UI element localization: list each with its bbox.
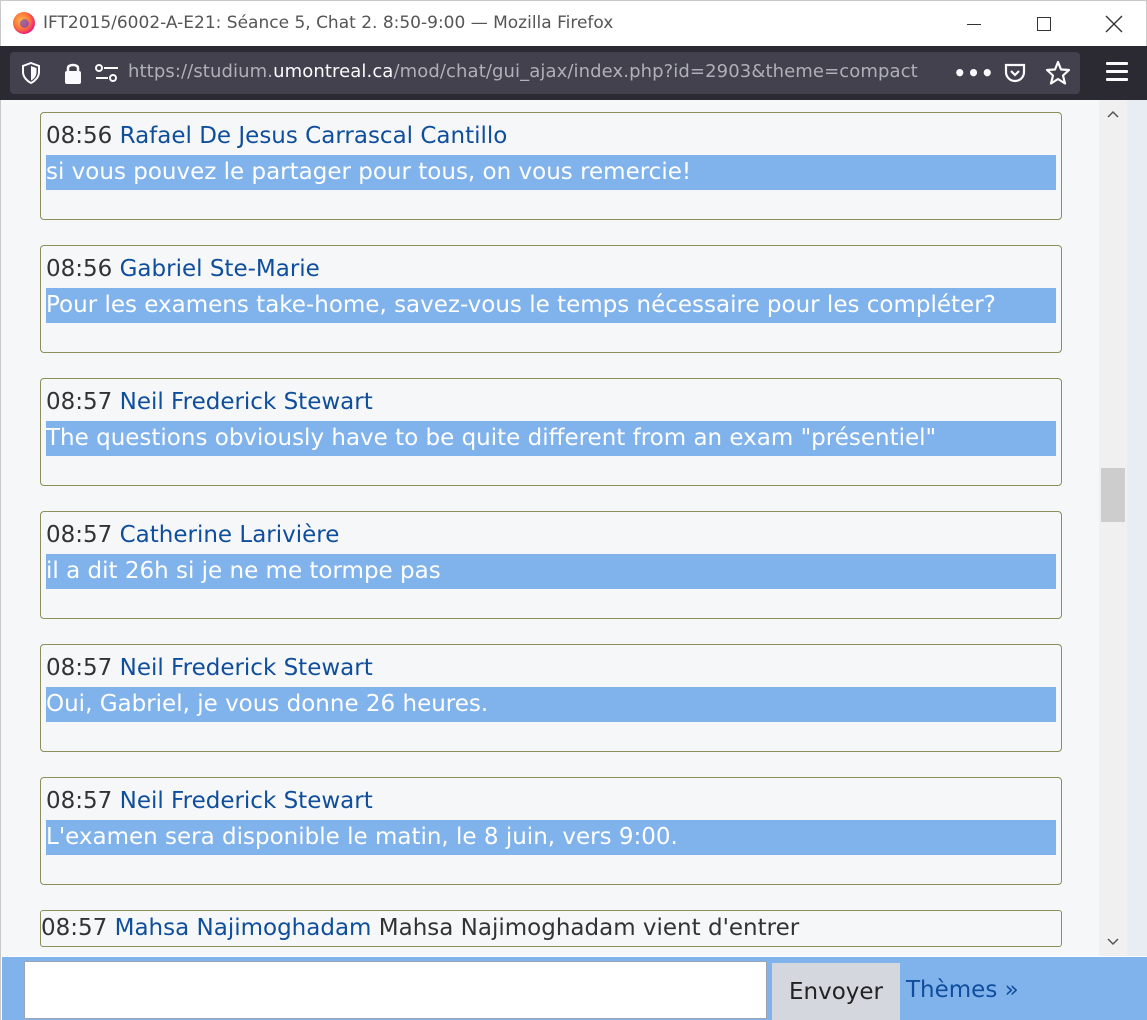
message-user-link[interactable]: Rafael De Jesus Carrascal Cantillo	[120, 123, 508, 149]
themes-link[interactable]: Thèmes »	[906, 977, 1019, 1003]
minimize-icon	[967, 23, 981, 25]
join-notification: 08:57 Mahsa Najimoghadam Mahsa Najimogha…	[40, 910, 1062, 947]
window-titlebar: IFT2015/6002-A-E21: Séance 5, Chat 2. 8:…	[0, 0, 1147, 46]
message-header: 08:56 Rafael De Jesus Carrascal Cantillo	[46, 123, 507, 149]
message-time: 08:57	[41, 915, 108, 941]
pocket-icon[interactable]	[1002, 60, 1028, 86]
scroll-down-icon[interactable]	[1099, 930, 1127, 954]
message-time: 08:57	[46, 522, 113, 548]
navigation-toolbar: https://studium.umontreal.ca/mod/chat/gu…	[0, 46, 1147, 100]
maximize-button[interactable]	[1009, 1, 1079, 47]
message-text: Oui, Gabriel, je vous donne 26 heures.	[46, 687, 1056, 722]
message-header: 08:57 Catherine Larivière	[46, 522, 339, 548]
message-text: Pour les examens take-home, savez-vous l…	[46, 288, 1056, 323]
bookmark-star-icon[interactable]	[1044, 59, 1072, 87]
chat-message: 08:57 Neil Frederick Stewart L'examen se…	[40, 777, 1062, 885]
message-time: 08:57	[46, 655, 113, 681]
chat-input-bar: Envoyer Thèmes »	[2, 957, 1147, 1020]
url-prefix: https://studium.	[128, 61, 274, 82]
window-title: IFT2015/6002-A-E21: Séance 5, Chat 2. 8:…	[43, 13, 614, 33]
maximize-icon	[1037, 17, 1051, 31]
close-button[interactable]	[1079, 1, 1147, 47]
chat-message: 08:56 Rafael De Jesus Carrascal Cantillo…	[40, 112, 1062, 220]
message-header: 08:57 Neil Frederick Stewart	[46, 788, 373, 814]
message-header: 08:57 Neil Frederick Stewart	[46, 655, 373, 681]
outer-scroll-strip	[1127, 100, 1147, 956]
message-user-link[interactable]: Neil Frederick Stewart	[120, 655, 373, 681]
chat-message: 08:57 Neil Frederick Stewart Oui, Gabrie…	[40, 644, 1062, 752]
join-text: Mahsa Najimoghadam vient d'entrer	[378, 915, 800, 941]
tracking-shield-icon[interactable]	[20, 61, 42, 85]
message-text: The questions obviously have to be quite…	[46, 421, 1056, 456]
message-user-link[interactable]: Neil Frederick Stewart	[120, 389, 373, 415]
page-actions-icon[interactable]: •••	[953, 60, 993, 86]
hamburger-menu-icon[interactable]	[1106, 62, 1128, 84]
message-user-link[interactable]: Mahsa Najimoghadam	[115, 915, 372, 941]
message-text: L'examen sera disponible le matin, le 8 …	[46, 820, 1056, 855]
page-content: 08:56 Rafael De Jesus Carrascal Cantillo…	[0, 100, 1147, 1020]
message-text: il a dit 26h si je ne me tormpe pas	[46, 554, 1056, 589]
message-input[interactable]	[24, 961, 767, 1019]
message-header: 08:57 Neil Frederick Stewart	[46, 389, 373, 415]
message-header: 08:56 Gabriel Ste-Marie	[46, 256, 320, 282]
chat-message: 08:57 Neil Frederick Stewart The questio…	[40, 378, 1062, 486]
message-user-link[interactable]: Gabriel Ste-Marie	[120, 256, 320, 282]
message-text: si vous pouvez le partager pour tous, on…	[46, 155, 1056, 190]
message-time: 08:57	[46, 788, 113, 814]
lock-icon[interactable]	[62, 60, 84, 86]
vertical-scrollbar[interactable]	[1099, 100, 1127, 956]
send-button[interactable]: Envoyer	[772, 963, 900, 1020]
firefox-logo-icon	[13, 12, 35, 34]
url-domain: umontreal.ca	[273, 61, 394, 82]
scroll-up-icon[interactable]	[1099, 102, 1127, 126]
message-time: 08:56	[46, 123, 113, 149]
scrollbar-thumb[interactable]	[1101, 468, 1125, 522]
message-user-link[interactable]: Catherine Larivière	[120, 522, 340, 548]
url-text[interactable]: https://studium.umontreal.ca/mod/chat/gu…	[128, 61, 918, 82]
chat-message: 08:56 Gabriel Ste-Marie Pour les examens…	[40, 245, 1062, 353]
minimize-button[interactable]	[939, 1, 1009, 47]
permissions-icon[interactable]	[94, 61, 120, 85]
chat-messages: 08:56 Rafael De Jesus Carrascal Cantillo…	[1, 100, 1099, 956]
message-user-link[interactable]: Neil Frederick Stewart	[120, 788, 373, 814]
url-bar[interactable]: https://studium.umontreal.ca/mod/chat/gu…	[10, 52, 1080, 94]
close-icon	[1105, 15, 1123, 33]
url-suffix: /mod/chat/gui_ajax/index.php?id=2903&the…	[393, 61, 918, 82]
message-time: 08:57	[46, 389, 113, 415]
message-time: 08:56	[46, 256, 113, 282]
join-line: 08:57 Mahsa Najimoghadam Mahsa Najimogha…	[41, 915, 799, 941]
chat-message: 08:57 Catherine Larivière il a dit 26h s…	[40, 511, 1062, 619]
